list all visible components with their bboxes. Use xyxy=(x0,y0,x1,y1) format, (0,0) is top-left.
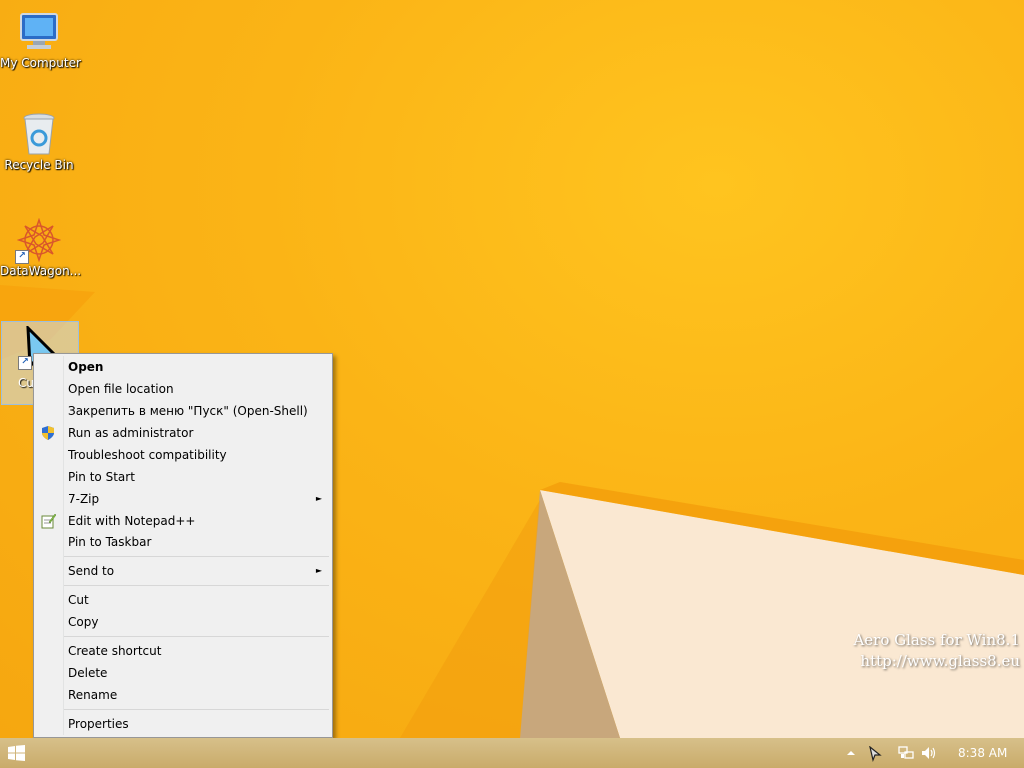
menu-item-7zip[interactable]: 7-Zip ► xyxy=(36,488,330,510)
recycle-bin-icon xyxy=(17,112,61,156)
chevron-up-icon xyxy=(847,751,855,755)
desktop-icon-label: Recycle Bin xyxy=(4,158,74,172)
menu-item-send-to[interactable]: Send to ► xyxy=(36,560,330,582)
menu-item-label: Run as administrator xyxy=(68,426,194,440)
menu-item-label: 7-Zip xyxy=(68,492,100,506)
aero-glass-watermark: Aero Glass for Win8.1 http://www.glass8.… xyxy=(853,630,1020,672)
desktop-icon-recycle-bin[interactable]: Recycle Bin xyxy=(0,112,78,172)
menu-item-label: Pin to Start xyxy=(68,470,135,484)
menu-item-label: Open file location xyxy=(68,382,174,396)
submenu-arrow-icon: ► xyxy=(315,494,322,503)
menu-item-properties[interactable]: Properties xyxy=(36,713,330,735)
computer-icon xyxy=(17,10,61,54)
context-menu: Open Open file location Закрепить в меню… xyxy=(33,353,333,738)
menu-item-delete[interactable]: Delete xyxy=(36,662,330,684)
menu-item-label: Rename xyxy=(68,688,118,702)
start-button[interactable] xyxy=(8,745,26,761)
tray-network[interactable] xyxy=(898,746,914,760)
menu-item-open[interactable]: Open xyxy=(36,356,330,378)
tray-cursor-app[interactable] xyxy=(868,745,884,763)
menu-item-label: Create shortcut xyxy=(68,644,162,658)
menu-item-label: Delete xyxy=(68,666,108,680)
menu-item-label: Open xyxy=(68,360,104,374)
shortcut-arrow-icon: ↗ xyxy=(15,250,29,264)
shortcut-arrow-icon: ↗ xyxy=(18,356,32,370)
menu-item-troubleshoot-compatibility[interactable]: Troubleshoot compatibility xyxy=(36,444,330,466)
cursor-icon xyxy=(869,745,882,763)
show-hidden-icons-button[interactable] xyxy=(846,746,862,760)
menu-separator xyxy=(64,585,329,586)
menu-separator xyxy=(64,556,329,557)
watermark-line: Aero Glass for Win8.1 xyxy=(853,631,1020,649)
tray-volume[interactable] xyxy=(921,746,937,760)
menu-item-label: Send to xyxy=(68,564,115,578)
menu-item-label: Pin to Taskbar xyxy=(68,535,152,549)
network-icon xyxy=(898,746,914,759)
menu-item-label: Закрепить в меню "Пуск" (Open-Shell) xyxy=(68,404,308,418)
menu-separator xyxy=(64,636,329,637)
notepad-plus-plus-icon xyxy=(40,513,57,529)
desktop-icon-my-computer[interactable]: My Computer xyxy=(0,10,81,70)
shield-icon xyxy=(40,425,56,441)
taskbar-clock[interactable]: 8:38 AM xyxy=(958,746,1007,760)
desktop-icon-label: My Computer xyxy=(0,56,81,70)
menu-item-label: Properties xyxy=(68,717,129,731)
menu-item-copy[interactable]: Copy xyxy=(36,611,330,633)
menu-separator xyxy=(64,709,329,710)
taskbar: 8:38 AM xyxy=(0,738,1024,768)
menu-item-label: Cut xyxy=(68,593,89,607)
watermark-line: http://www.glass8.eu xyxy=(860,652,1020,670)
menu-item-run-as-administrator[interactable]: Run as administrator xyxy=(36,422,330,444)
menu-item-label: Edit with Notepad++ xyxy=(68,514,196,528)
menu-item-pin-to-start-menu-open-shell[interactable]: Закрепить в меню "Пуск" (Open-Shell) xyxy=(36,400,330,422)
desktop-icon-datawagon[interactable]: ↗ DataWagon... xyxy=(0,217,82,278)
submenu-arrow-icon: ► xyxy=(315,566,322,575)
menu-item-label: Copy xyxy=(68,615,99,629)
menu-item-rename[interactable]: Rename xyxy=(36,684,330,706)
menu-item-create-shortcut[interactable]: Create shortcut xyxy=(36,640,330,662)
desktop-icon-label: DataWagon... xyxy=(0,264,82,278)
menu-item-pin-to-start[interactable]: Pin to Start xyxy=(36,466,330,488)
windows-logo-icon xyxy=(8,745,25,761)
menu-item-label: Troubleshoot compatibility xyxy=(68,448,227,462)
menu-item-edit-with-notepad-plus-plus[interactable]: Edit with Notepad++ xyxy=(36,510,330,532)
datawagon-icon: ↗ xyxy=(15,217,62,264)
menu-item-cut[interactable]: Cut xyxy=(36,589,330,611)
menu-item-open-file-location[interactable]: Open file location xyxy=(36,378,330,400)
volume-icon xyxy=(922,747,936,759)
menu-item-pin-to-taskbar[interactable]: Pin to Taskbar xyxy=(36,531,330,553)
